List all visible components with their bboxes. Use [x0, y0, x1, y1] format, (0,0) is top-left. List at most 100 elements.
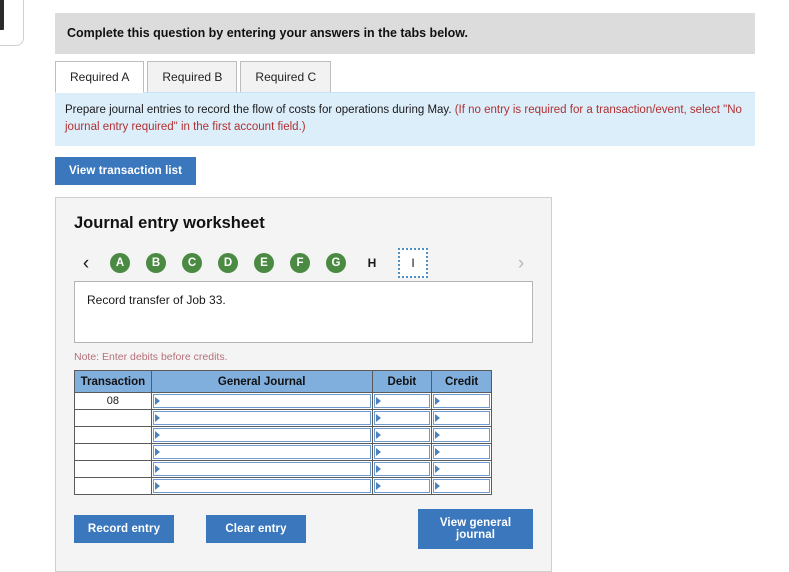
credit-cell[interactable]: [431, 443, 492, 462]
pager-item-i-label: I: [411, 256, 415, 271]
pager-item-b-label: B: [151, 257, 161, 270]
pager-item-g[interactable]: G: [326, 253, 346, 274]
pager-item-e[interactable]: E: [254, 253, 274, 274]
credit-input[interactable]: [433, 411, 490, 426]
debit-cell[interactable]: [371, 477, 433, 496]
transaction-number-cell: [74, 409, 152, 428]
tab-required-c-label: Required C: [255, 70, 317, 84]
credit-cell[interactable]: [431, 426, 492, 445]
view-general-journal-button[interactable]: View general journal: [418, 509, 533, 550]
pager-item-a[interactable]: A: [110, 253, 130, 274]
transaction-number-cell: [74, 443, 152, 462]
transaction-number-cell: 08: [74, 392, 152, 411]
debit-cell[interactable]: [371, 409, 433, 428]
debit-input[interactable]: [373, 479, 431, 494]
pager-item-f[interactable]: F: [290, 253, 310, 274]
worksheet-title: Journal entry worksheet: [74, 214, 265, 233]
debit-input[interactable]: [373, 394, 431, 409]
general-journal-input[interactable]: [152, 411, 371, 426]
pager-item-h-label: H: [367, 256, 377, 271]
instruction-banner: Complete this question by entering your …: [55, 13, 755, 54]
general-journal-cell[interactable]: [150, 477, 373, 496]
tab-required-a-label: Required A: [70, 70, 130, 84]
view-transaction-list-wrap: View transaction list: [55, 157, 755, 186]
pager-item-e-label: E: [260, 257, 268, 270]
view-general-journal-wrap: View general journal: [418, 509, 533, 550]
debits-before-credits-note: Note: Enter debits before credits.: [74, 351, 228, 364]
table-row: [74, 477, 492, 496]
debit-input[interactable]: [373, 428, 431, 443]
debit-cell[interactable]: [371, 460, 433, 479]
column-header-transaction: Transaction: [74, 370, 152, 394]
credit-input[interactable]: [433, 462, 490, 477]
table-row: [74, 409, 492, 428]
credit-input[interactable]: [433, 445, 490, 460]
pager-next-icon[interactable]: ›: [509, 254, 533, 273]
pager-items: A B C D E F G H I: [110, 248, 428, 279]
general-journal-input[interactable]: [152, 394, 371, 409]
debit-input[interactable]: [373, 411, 431, 426]
entry-description-box: Record transfer of Job 33.: [74, 281, 533, 344]
tab-required-a[interactable]: Required A: [55, 61, 145, 93]
table-row: [74, 426, 492, 445]
entry-description-text: Record transfer of Job 33.: [87, 293, 226, 308]
pager-item-a-label: A: [115, 257, 125, 270]
table-header-row: Transaction General Journal Debit Credit: [74, 370, 492, 394]
journal-entry-table: Transaction General Journal Debit Credit…: [74, 370, 492, 496]
cut-off-window-edge: [0, 0, 24, 46]
clear-entry-wrap: Clear entry: [206, 515, 306, 544]
table-row: [74, 443, 492, 462]
credit-input[interactable]: [433, 394, 490, 409]
general-journal-input[interactable]: [152, 462, 371, 477]
pager-item-f-label: F: [296, 257, 304, 270]
prompt-main-text: Prepare journal entries to record the fl…: [65, 104, 455, 116]
general-journal-input[interactable]: [152, 445, 371, 460]
tab-required-c[interactable]: Required C: [240, 61, 332, 93]
pager-item-d-label: D: [223, 257, 233, 270]
column-header-debit: Debit: [371, 370, 433, 394]
credit-cell[interactable]: [431, 392, 492, 411]
general-journal-input[interactable]: [152, 479, 371, 494]
table-row: [74, 460, 492, 479]
tab-required-b[interactable]: Required B: [147, 61, 238, 93]
general-journal-cell[interactable]: [150, 409, 373, 428]
credit-input[interactable]: [433, 479, 490, 494]
table-row: 08: [74, 392, 492, 411]
pager-item-b[interactable]: B: [146, 253, 166, 274]
pager-item-c-label: C: [187, 257, 197, 270]
worksheet-pager: ‹ A B C D E F G H I ›: [74, 247, 533, 279]
debit-cell[interactable]: [371, 426, 433, 445]
transaction-number-cell: [74, 426, 152, 445]
general-journal-cell[interactable]: [150, 460, 373, 479]
worksheet-action-bar: Record entry Clear entry View general jo…: [74, 509, 533, 550]
column-header-general-journal: General Journal: [150, 370, 373, 394]
cut-off-window-bar: [0, 0, 4, 30]
general-journal-input[interactable]: [152, 428, 371, 443]
view-transaction-list-button[interactable]: View transaction list: [55, 157, 197, 186]
transaction-number-cell: [74, 477, 152, 496]
debit-input[interactable]: [373, 445, 431, 460]
credit-cell[interactable]: [431, 477, 492, 496]
debit-input[interactable]: [373, 462, 431, 477]
general-journal-cell[interactable]: [150, 443, 373, 462]
journal-entry-worksheet-panel: Journal entry worksheet ‹ A B C D E F G …: [55, 197, 552, 572]
pager-item-c[interactable]: C: [182, 253, 202, 274]
pager-item-h[interactable]: H: [362, 256, 382, 270]
credit-input[interactable]: [433, 428, 490, 443]
general-journal-cell[interactable]: [150, 426, 373, 445]
question-prompt: Prepare journal entries to record the fl…: [55, 92, 755, 147]
credit-cell[interactable]: [431, 409, 492, 428]
clear-entry-button[interactable]: Clear entry: [206, 515, 306, 544]
pager-item-d[interactable]: D: [218, 253, 238, 274]
record-entry-wrap: Record entry: [74, 515, 174, 544]
debit-cell[interactable]: [371, 443, 433, 462]
pager-item-i-active[interactable]: I: [398, 248, 428, 279]
debit-cell[interactable]: [371, 392, 433, 411]
general-journal-cell[interactable]: [150, 392, 373, 411]
credit-cell[interactable]: [431, 460, 492, 479]
record-entry-button[interactable]: Record entry: [74, 515, 174, 544]
pager-prev-icon[interactable]: ‹: [74, 254, 98, 273]
column-header-credit: Credit: [431, 370, 492, 394]
pager-item-g-label: G: [331, 257, 341, 270]
tab-required-b-label: Required B: [162, 70, 223, 84]
